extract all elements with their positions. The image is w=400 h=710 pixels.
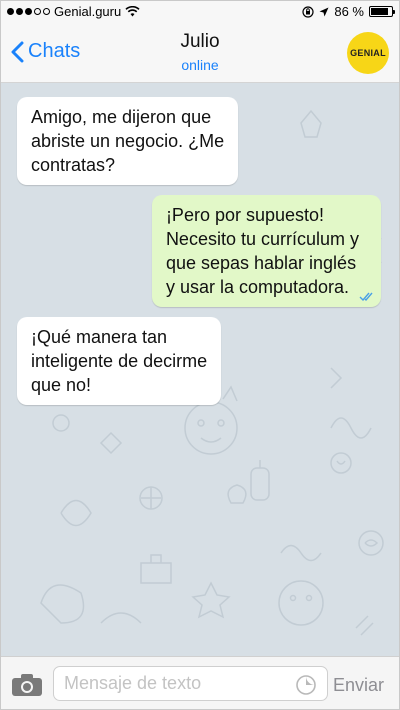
message-input[interactable]: Mensaje de texto <box>53 666 328 701</box>
contact-name: Julio <box>180 31 220 52</box>
status-left: Genial.guru <box>7 4 140 19</box>
carrier-name: Genial.guru <box>54 4 122 19</box>
phone-screen: Genial.guru 86 % Chats Julio online GENI… <box>0 0 400 710</box>
message-text-line: que sepas hablar inglés <box>165 253 357 273</box>
battery-level <box>371 8 389 15</box>
read-receipt-icon <box>359 292 373 301</box>
location-arrow-icon <box>319 7 329 16</box>
contact-avatar[interactable]: GENIAL <box>347 32 389 74</box>
message-input-bar: Mensaje de texto Enviar <box>1 656 399 709</box>
battery-icon <box>369 6 395 17</box>
attach-camera-button[interactable] <box>11 673 43 702</box>
message-text-line: contratas? <box>31 155 116 175</box>
send-button[interactable]: Enviar <box>333 675 384 696</box>
avatar-label: GENIAL <box>350 48 386 58</box>
message-text-line: que no! <box>31 375 92 395</box>
message-text-line: ¡Pero por supuesto! <box>165 205 325 225</box>
message-text-line: abriste un negocio. ¿Me <box>31 131 225 151</box>
battery-percentage: 86 % <box>334 4 364 19</box>
signal-strength-icon <box>7 8 50 15</box>
chat-header: Chats Julio online GENIAL <box>1 23 399 83</box>
status-right: 86 % <box>302 4 395 19</box>
incoming-message[interactable]: Amigo, me dijeron que abriste un negocio.… <box>17 97 239 185</box>
contact-status: online <box>181 57 219 73</box>
chat-area[interactable]: Amigo, me dijeron que abriste un negocio.… <box>1 83 399 656</box>
camera-icon <box>12 674 42 696</box>
sticker-icon[interactable] <box>295 674 317 696</box>
orientation-lock-icon <box>302 5 314 18</box>
message-text-line: Amigo, me dijeron que <box>31 107 212 127</box>
outgoing-message[interactable]: ¡Pero por supuesto! Necesito tu currículu… <box>151 195 381 307</box>
message-input-placeholder: Mensaje de texto <box>64 673 202 693</box>
incoming-message[interactable]: ¡Qué manera tan inteligente de decirme que… <box>17 317 222 405</box>
message-text-line: y usar la computadora. <box>165 277 350 297</box>
message-text-line: ¡Qué manera tan <box>31 327 168 347</box>
message-text-line: Necesito tu currículum y <box>165 229 359 249</box>
status-bar: Genial.guru 86 % <box>1 1 399 23</box>
message-text-line: inteligente de decirme <box>31 351 208 371</box>
wifi-icon <box>125 6 140 17</box>
